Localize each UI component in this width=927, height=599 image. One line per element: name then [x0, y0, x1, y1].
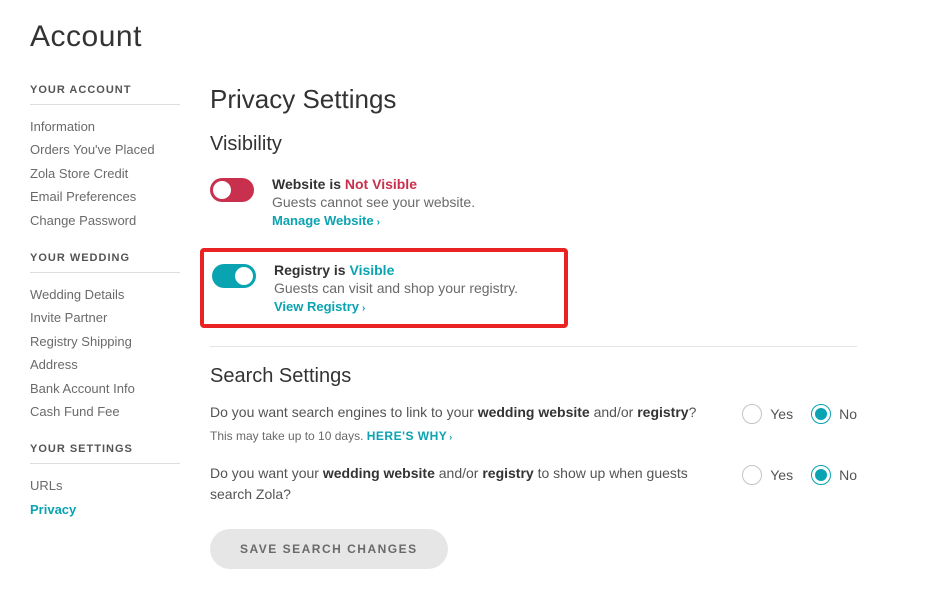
subsection-title-visibility: Visibility [210, 133, 857, 156]
section-title-privacy: Privacy Settings [210, 84, 857, 115]
link-text: Manage Website [272, 213, 374, 228]
divider [210, 346, 857, 347]
search-question-engines: Do you want search engines to link to yo… [210, 402, 857, 445]
sidebar-item-information[interactable]: Information [30, 115, 180, 138]
divider [30, 104, 180, 105]
radio-icon [811, 465, 831, 485]
t: This may take up to 10 days. [210, 429, 367, 443]
chevron-right-icon: › [377, 217, 380, 228]
t: registry [637, 404, 688, 420]
registry-desc: Guests can visit and shop your registry. [274, 280, 518, 296]
website-label: Website is [272, 176, 341, 192]
sidebar-item-email-preferences[interactable]: Email Preferences [30, 185, 180, 208]
website-status: Not Visible [345, 176, 417, 192]
toggle-website-visibility[interactable] [210, 178, 254, 202]
sidebar-heading-settings: YOUR SETTINGS [30, 443, 180, 455]
q2-radio-yes[interactable]: Yes [742, 465, 793, 485]
registry-label: Registry is [274, 262, 346, 278]
q1-note: This may take up to 10 days. HERE'S WHY› [210, 427, 722, 445]
t: registry [482, 465, 533, 481]
sidebar-item-registry-shipping[interactable]: Registry Shipping Address [30, 330, 180, 377]
t: wedding website [323, 465, 435, 481]
toggle-knob [235, 267, 253, 285]
t: ? [689, 404, 697, 420]
radio-dot [815, 408, 827, 420]
visibility-row-website: Website is Not Visible Guests cannot see… [210, 170, 857, 234]
view-registry-link[interactable]: View Registry› [274, 299, 365, 314]
sidebar-item-store-credit[interactable]: Zola Store Credit [30, 162, 180, 185]
toggle-registry-visibility[interactable] [212, 264, 256, 288]
radio-icon [742, 465, 762, 485]
q2-text: Do you want your wedding website and/or … [210, 465, 688, 502]
t: Do you want your [210, 465, 323, 481]
q1-radio-group: Yes No [742, 402, 857, 424]
sidebar-item-invite-partner[interactable]: Invite Partner [30, 306, 180, 329]
heres-why-link[interactable]: HERE'S WHY› [367, 429, 453, 443]
t: and/or [435, 465, 482, 481]
divider [30, 463, 180, 464]
toggle-knob [213, 181, 231, 199]
radio-dot [815, 469, 827, 481]
sidebar-item-cash-fund-fee[interactable]: Cash Fund Fee [30, 400, 180, 423]
sidebar-heading-account: YOUR ACCOUNT [30, 84, 180, 96]
chevron-right-icon: › [449, 432, 453, 442]
main-content: Privacy Settings Visibility Website is N… [210, 84, 897, 569]
manage-website-link[interactable]: Manage Website› [272, 213, 380, 228]
t: HERE'S WHY [367, 429, 448, 443]
visibility-row-registry: Registry is Visible Guests can visit and… [200, 248, 568, 328]
radio-label: No [839, 467, 857, 483]
sidebar-item-bank-account[interactable]: Bank Account Info [30, 377, 180, 400]
registry-headline: Registry is Visible [274, 262, 518, 278]
q2-radio-no[interactable]: No [811, 465, 857, 485]
radio-label: Yes [770, 467, 793, 483]
sidebar-item-change-password[interactable]: Change Password [30, 209, 180, 232]
link-text: View Registry [274, 299, 359, 314]
subsection-title-search: Search Settings [210, 365, 857, 388]
radio-label: No [839, 406, 857, 422]
q2-radio-group: Yes No [742, 463, 857, 485]
search-question-zola: Do you want your wedding website and/or … [210, 463, 857, 505]
sidebar-item-urls[interactable]: URLs [30, 474, 180, 497]
sidebar: YOUR ACCOUNT Information Orders You've P… [30, 84, 180, 569]
radio-icon [811, 404, 831, 424]
t: and/or [590, 404, 637, 420]
website-desc: Guests cannot see your website. [272, 194, 475, 210]
registry-status: Visible [349, 262, 394, 278]
page-title: Account [30, 20, 897, 54]
sidebar-item-privacy[interactable]: Privacy [30, 498, 180, 521]
radio-icon [742, 404, 762, 424]
q1-text: Do you want search engines to link to yo… [210, 404, 696, 420]
radio-label: Yes [770, 406, 793, 422]
save-search-changes-button[interactable]: SAVE SEARCH CHANGES [210, 529, 448, 569]
t: Do you want search engines to link to yo… [210, 404, 478, 420]
q1-radio-yes[interactable]: Yes [742, 404, 793, 424]
sidebar-item-orders[interactable]: Orders You've Placed [30, 138, 180, 161]
sidebar-heading-wedding: YOUR WEDDING [30, 252, 180, 264]
chevron-right-icon: › [362, 303, 365, 314]
q1-radio-no[interactable]: No [811, 404, 857, 424]
sidebar-item-wedding-details[interactable]: Wedding Details [30, 283, 180, 306]
website-headline: Website is Not Visible [272, 176, 475, 192]
t: wedding website [478, 404, 590, 420]
divider [30, 272, 180, 273]
